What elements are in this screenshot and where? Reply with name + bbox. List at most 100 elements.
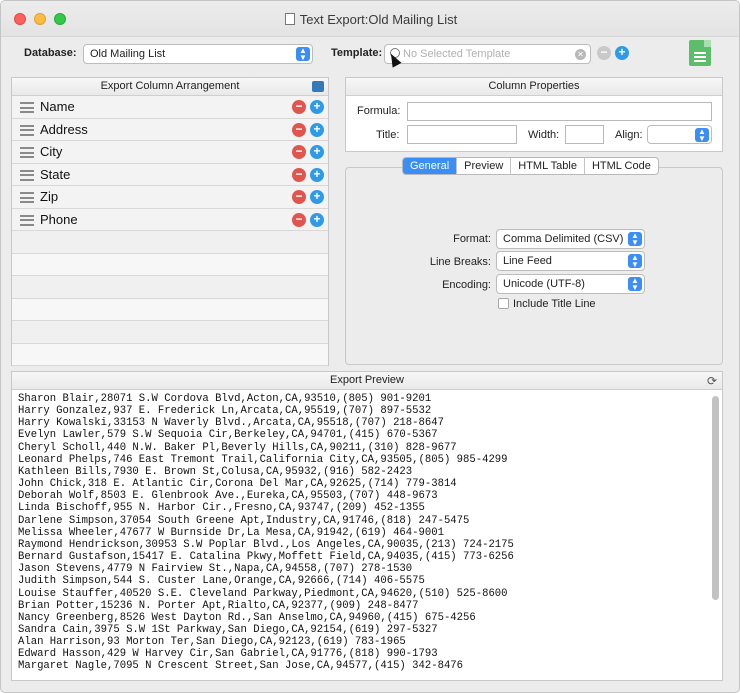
add-template-button[interactable]: + bbox=[615, 46, 629, 60]
remove-column-button[interactable]: − bbox=[292, 190, 306, 204]
drag-handle-icon[interactable] bbox=[20, 214, 34, 226]
icon-line bbox=[694, 60, 706, 62]
preview-line: Sandra Cain,3975 S.W 1St Parkway,San Die… bbox=[18, 623, 438, 636]
title-label: Title: bbox=[376, 129, 400, 141]
format-popup-value: Comma Delimited (CSV) bbox=[503, 233, 624, 245]
icon-line bbox=[694, 52, 706, 54]
title-field[interactable] bbox=[407, 125, 517, 144]
remove-column-button[interactable]: − bbox=[292, 100, 306, 114]
window-title-text: Text Export:Old Mailing List bbox=[299, 12, 458, 27]
page-fold bbox=[704, 40, 711, 47]
template-label: Template: bbox=[331, 47, 383, 59]
column-row-address[interactable]: Address − + bbox=[12, 118, 328, 141]
preview-line: Harry Gonzalez,937 E. Frederick Ln,Arcat… bbox=[18, 405, 432, 418]
preview-line: Louise Stauffer,40520 S.E. Cleveland Par… bbox=[18, 587, 508, 600]
column-label: City bbox=[40, 144, 63, 159]
preview-line: Raymond Hendrickson,30953 S.W Poplar Blv… bbox=[18, 538, 514, 551]
tab-html-code[interactable]: HTML Code bbox=[585, 158, 658, 174]
export-column-arrangement-header: Export Column Arrangement bbox=[12, 78, 328, 96]
tab-html-table[interactable]: HTML Table bbox=[511, 158, 585, 174]
template-placeholder: No Selected Template bbox=[403, 48, 511, 60]
export-preview-text[interactable]: Sharon Blair,28071 S.W Cordova Blvd,Acto… bbox=[18, 393, 708, 680]
preview-line: Judith Simpson,544 S. Custer Lane,Orange… bbox=[18, 575, 425, 588]
export-column-arrangement-panel: Export Column Arrangement Name − + Addre… bbox=[11, 77, 329, 366]
popup-arrows-icon: ▲ ▼ bbox=[296, 47, 310, 62]
empty-row bbox=[12, 231, 328, 254]
tab-bar: General Preview HTML Table HTML Code bbox=[402, 157, 659, 175]
drag-handle-icon[interactable] bbox=[20, 102, 34, 113]
add-column-button[interactable]: + bbox=[310, 167, 324, 182]
format-popup[interactable]: Comma Delimited (CSV) ▲ ▼ bbox=[496, 229, 645, 249]
popup-arrows-icon: ▲ ▼ bbox=[695, 128, 709, 143]
include-title-line-label: Include Title Line bbox=[513, 298, 596, 310]
refresh-icon[interactable]: ⟳ bbox=[707, 374, 717, 388]
preview-line: Linda Bischoff,955 N. Harbor Cir.,Fresno… bbox=[18, 502, 425, 515]
popup-arrows-icon: ▲ ▼ bbox=[628, 254, 642, 269]
preview-line: Evelyn Lawler,579 S.W Sequoia Cir,Berkel… bbox=[18, 429, 438, 442]
preview-line: Edward Hasson,429 W Harvey Cir,San Gabri… bbox=[18, 648, 438, 661]
drag-handle-icon[interactable] bbox=[20, 169, 34, 181]
preview-line: Leonard Phelps,746 East Tremont Trail,Ca… bbox=[18, 453, 508, 466]
drag-handle-icon[interactable] bbox=[20, 192, 34, 203]
preview-line: Margaret Nagle,7095 N Crescent Street,Sa… bbox=[18, 660, 464, 673]
remove-column-button[interactable]: − bbox=[292, 145, 306, 159]
document-icon bbox=[284, 13, 295, 25]
align-popup[interactable]: ▲ ▼ bbox=[647, 125, 712, 144]
panel-title: Export Preview bbox=[330, 374, 404, 386]
database-popup-value: Old Mailing List bbox=[90, 48, 166, 60]
preview-scrollbar[interactable] bbox=[712, 394, 719, 676]
column-row-state[interactable]: State − + bbox=[12, 163, 328, 186]
preview-line: Brian Potter,15236 N. Porter Apt,Rialto,… bbox=[18, 599, 419, 612]
remove-column-button[interactable]: − bbox=[292, 167, 306, 182]
preview-line: Kathleen Bills,7930 E. Brown St,Colusa,C… bbox=[18, 465, 413, 478]
preview-line: Cheryl Scholl,440 N.W. Baker Pl,Beverly … bbox=[18, 441, 457, 454]
preview-line: Melissa Wheeler,47677 W Burnside Dr,La M… bbox=[18, 526, 444, 539]
remove-column-button[interactable]: − bbox=[292, 122, 306, 137]
database-popup[interactable]: Old Mailing List ▲ ▼ bbox=[83, 44, 313, 64]
align-label: Align: bbox=[615, 129, 643, 141]
title-bar: Text Export:Old Mailing List bbox=[1, 1, 739, 37]
format-label: Format: bbox=[453, 233, 491, 245]
export-preview-header: Export Preview ⟳ bbox=[12, 372, 722, 390]
add-column-button[interactable]: + bbox=[310, 212, 324, 227]
drag-handle-icon[interactable] bbox=[20, 147, 34, 158]
add-column-button[interactable]: + bbox=[310, 122, 324, 137]
width-label: Width: bbox=[528, 129, 560, 141]
add-column-button[interactable]: + bbox=[310, 145, 324, 159]
preview-line: Deborah Wolf,8503 E. Glenbrook Ave.,Eure… bbox=[18, 490, 438, 503]
width-field[interactable] bbox=[565, 125, 604, 144]
column-label: Name bbox=[40, 99, 75, 114]
column-list: Name − + Address − + City − + State − + bbox=[12, 96, 328, 366]
tab-general[interactable]: General bbox=[403, 158, 458, 174]
clear-search-icon[interactable]: ✕ bbox=[575, 49, 586, 60]
column-row-phone[interactable]: Phone − + bbox=[12, 208, 328, 231]
formula-field[interactable] bbox=[407, 102, 712, 121]
empty-row bbox=[12, 343, 328, 366]
briefcase-icon[interactable] bbox=[312, 81, 324, 92]
popup-arrows-icon: ▲ ▼ bbox=[628, 277, 642, 292]
empty-row bbox=[12, 253, 328, 276]
column-row-city[interactable]: City − + bbox=[12, 141, 328, 164]
scroll-thumb[interactable] bbox=[712, 396, 719, 600]
include-title-line-checkbox[interactable] bbox=[498, 298, 509, 309]
column-properties-header: Column Properties bbox=[346, 78, 722, 96]
encoding-label: Encoding: bbox=[442, 279, 491, 291]
tab-preview[interactable]: Preview bbox=[457, 158, 512, 174]
template-search-field[interactable]: No Selected Template ✕ bbox=[384, 44, 591, 64]
line-breaks-popup[interactable]: Line Feed ▲ ▼ bbox=[496, 251, 645, 271]
encoding-popup-value: Unicode (UTF-8) bbox=[503, 278, 585, 290]
column-row-zip[interactable]: Zip − + bbox=[12, 186, 328, 209]
add-column-button[interactable]: + bbox=[310, 190, 324, 204]
encoding-popup[interactable]: Unicode (UTF-8) ▲ ▼ bbox=[496, 274, 645, 294]
remove-template-button[interactable]: − bbox=[597, 46, 611, 60]
add-column-button[interactable]: + bbox=[310, 100, 324, 114]
remove-column-button[interactable]: − bbox=[292, 212, 306, 227]
preview-line: John Chick,318 E. Atlantic Cir,Corona De… bbox=[18, 478, 457, 491]
drag-handle-icon[interactable] bbox=[20, 124, 34, 136]
column-row-name[interactable]: Name − + bbox=[12, 96, 328, 119]
preview-line: Nancy Greenberg,8526 West Dayton Rd.,San… bbox=[18, 611, 476, 624]
preview-line: Harry Kowalski,33153 N Waverly Blvd.,Arc… bbox=[18, 417, 444, 430]
empty-row bbox=[12, 298, 328, 321]
spreadsheet-document-icon[interactable] bbox=[689, 40, 711, 66]
empty-row bbox=[12, 321, 328, 344]
